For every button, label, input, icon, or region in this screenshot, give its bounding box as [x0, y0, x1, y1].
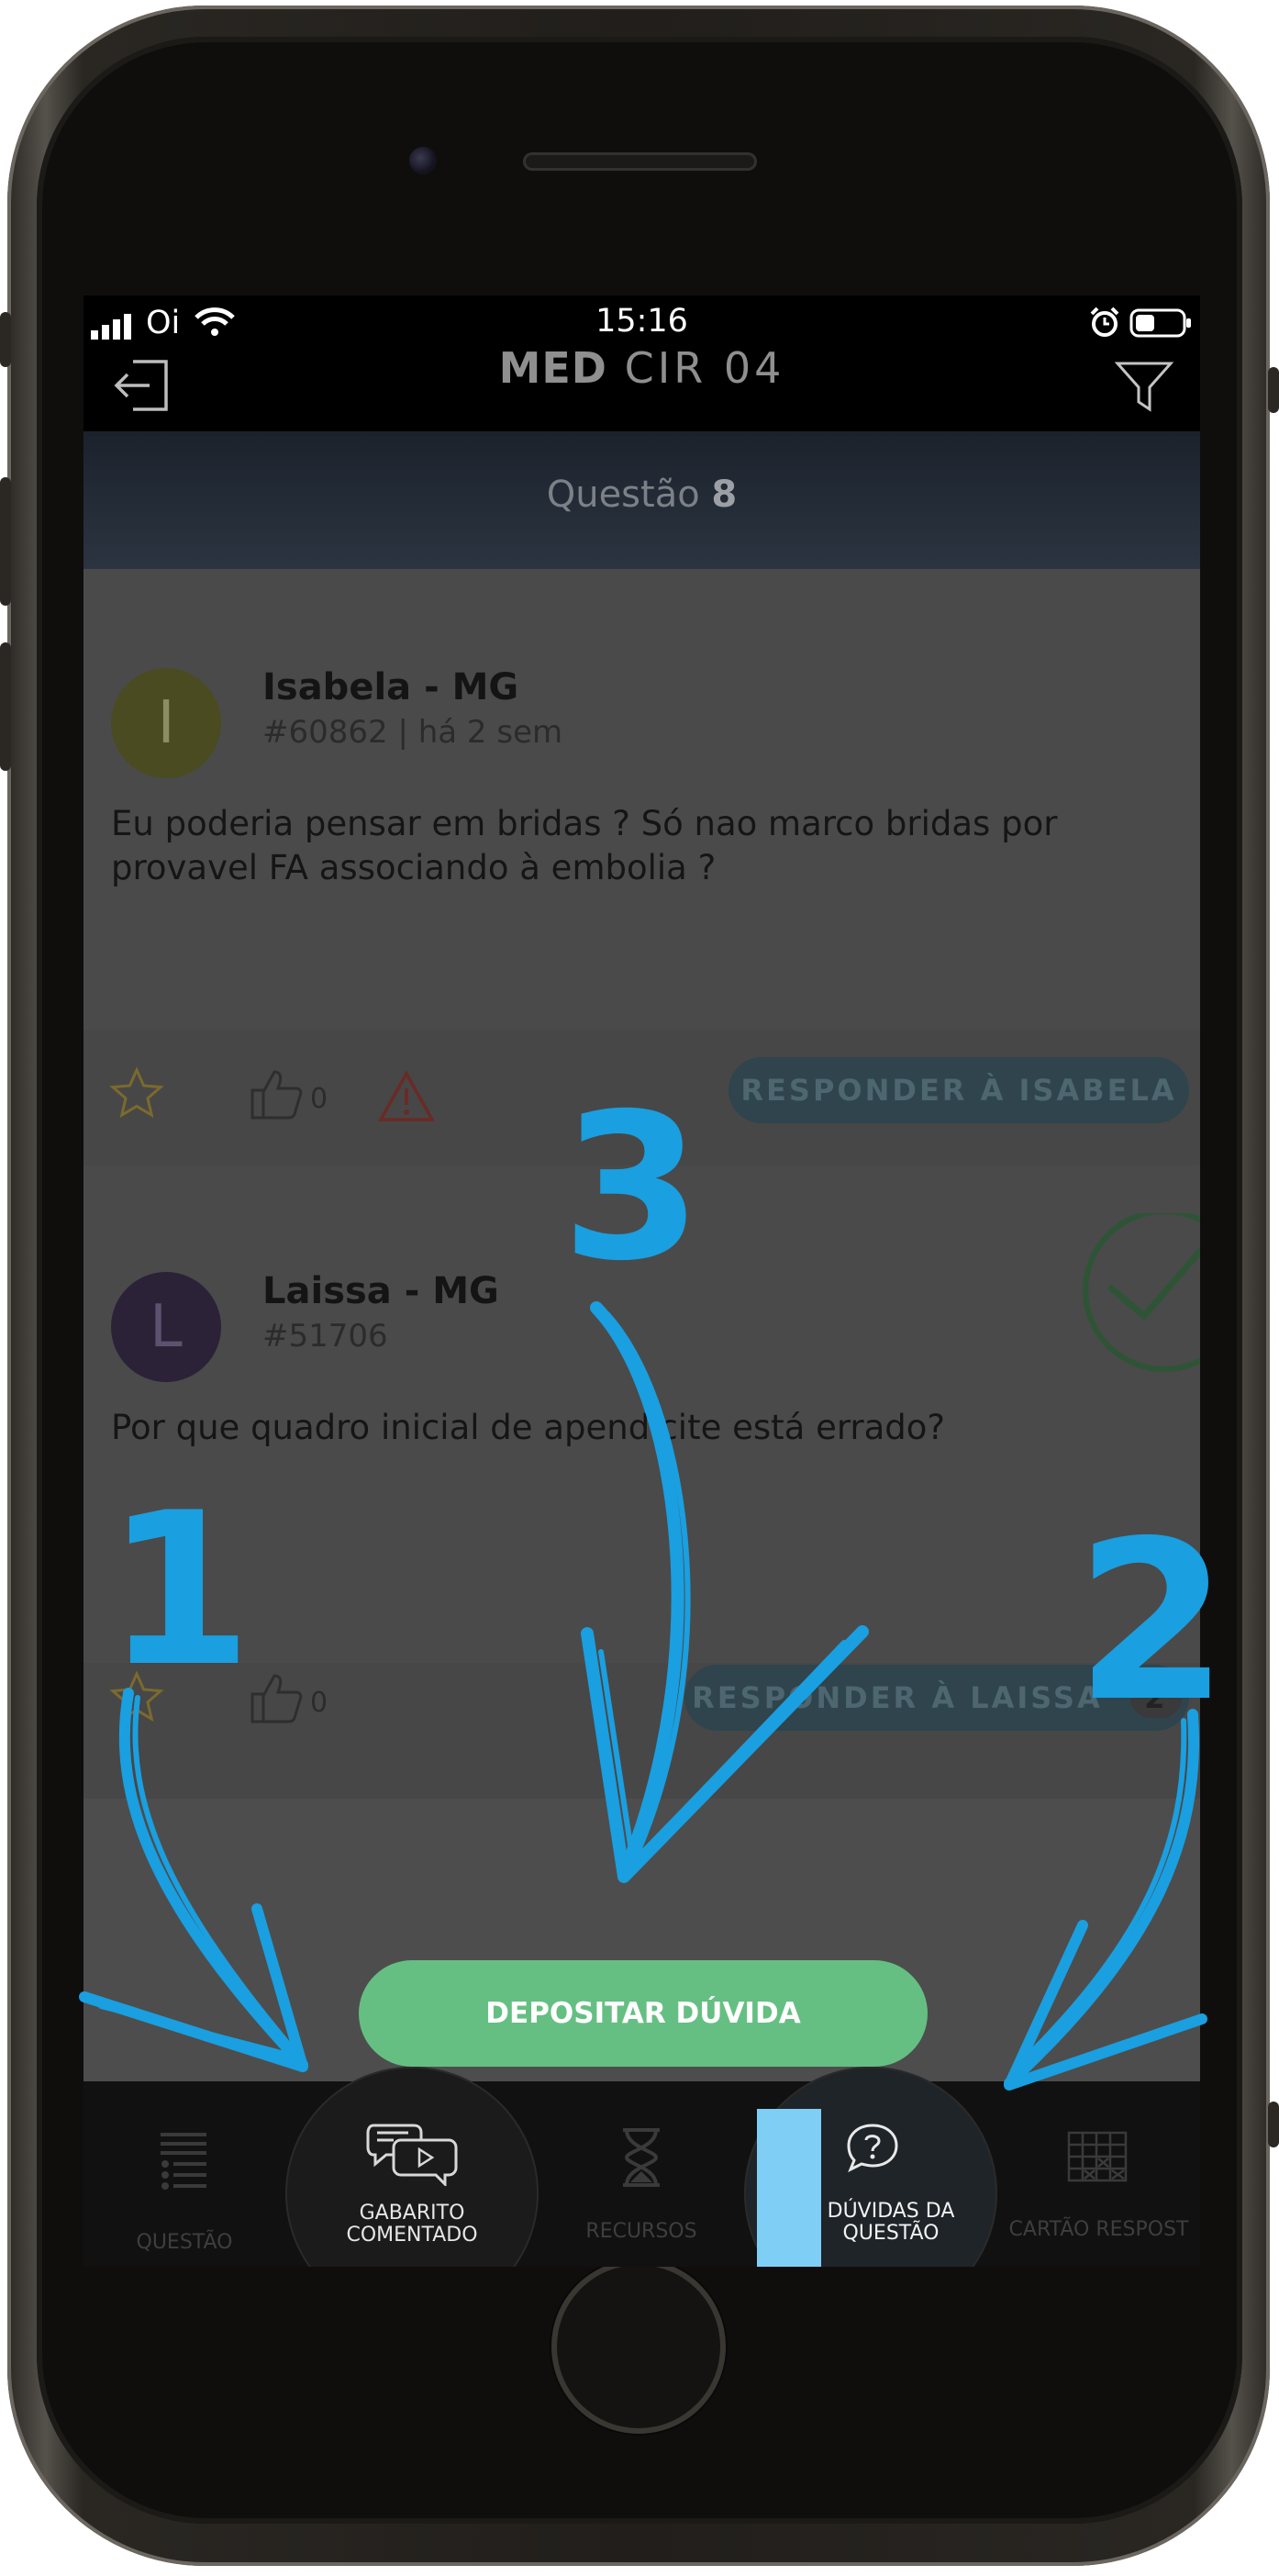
report-warning-icon[interactable]	[377, 1070, 436, 1123]
tab-label: GABARITO COMENTADO	[285, 2202, 539, 2247]
hourglass-icon	[619, 2127, 663, 2188]
battery-icon	[1129, 308, 1194, 338]
question-title: Questão 8	[83, 474, 1200, 516]
like-icon[interactable]	[249, 1066, 304, 1121]
doubt-card-1	[83, 569, 1200, 1321]
tab-label: QUESTÃO	[136, 2231, 233, 2254]
filter-icon[interactable]	[1114, 360, 1174, 415]
earpiece-speaker	[523, 152, 757, 171]
side-button	[1268, 367, 1279, 413]
post-text: Por que quadro inicial de apendicite est…	[111, 1408, 946, 1447]
side-button-lower	[1268, 2102, 1279, 2147]
question-label: Questão	[546, 474, 700, 516]
mute-switch	[0, 312, 11, 367]
post-author: Isabela - MG	[262, 666, 519, 708]
app-title: MED CIR 04	[83, 343, 1200, 393]
favorite-star-icon[interactable]	[109, 1670, 164, 1725]
tab-questao[interactable]: QUESTÃO	[83, 2085, 285, 2267]
favorite-star-icon[interactable]	[109, 1066, 164, 1121]
best-answer-check-icon	[1063, 1209, 1200, 1378]
volume-up-button	[0, 477, 11, 606]
app-screen: Oi 15:16 MED CIR 04 Questão 8 I Isabela …	[83, 296, 1200, 2267]
reply-button[interactable]: RESPONDER À LAISSA 2	[684, 1665, 1189, 1731]
tab-label: DÚVIDAS DA QUESTÃO	[799, 2201, 983, 2245]
tab-label-line1: GABARITO	[359, 2202, 465, 2225]
post-meta: #60862 | há 2 sem	[262, 714, 563, 751]
post-text: Eu poderia pensar em bridas ? Só nao mar…	[111, 804, 1058, 887]
like-count: 0	[310, 1687, 328, 1719]
status-time: 15:16	[595, 303, 688, 340]
reply-count-badge: 2	[1129, 1678, 1182, 1718]
like-icon[interactable]	[249, 1670, 304, 1725]
volume-down-button	[0, 642, 11, 771]
front-camera	[409, 147, 437, 174]
alarm-icon	[1089, 307, 1120, 338]
like-count: 0	[310, 1083, 328, 1115]
deposit-doubt-button[interactable]: DEPOSITAR DÚVIDA	[359, 1960, 928, 2067]
tab-label: RECURSOS	[585, 2220, 697, 2243]
answer-grid-icon	[1067, 2131, 1128, 2182]
reply-button[interactable]: RESPONDER À ISABELA	[728, 1057, 1189, 1123]
list-icon	[161, 2131, 206, 2195]
tab-label-line2: QUESTÃO	[842, 2222, 940, 2245]
tab-label-line2: COMENTADO	[346, 2224, 478, 2247]
app-title-test: CIR 04	[624, 343, 785, 393]
question-banner: Questão 8	[83, 431, 1200, 569]
home-button[interactable]	[551, 2259, 726, 2434]
question-number: 8	[711, 474, 738, 516]
reply-button-label: RESPONDER À LAISSA	[692, 1680, 1103, 1715]
tab-label: CARTÃO RESPOST	[1008, 2218, 1189, 2241]
avatar: L	[111, 1272, 221, 1382]
video-comment-icon	[366, 2120, 458, 2188]
post-author: Laissa - MG	[262, 1270, 499, 1312]
post-meta: #51706	[262, 1318, 388, 1355]
avatar: I	[111, 668, 221, 778]
app-title-brand: MED	[498, 343, 607, 393]
top-bar: Oi 15:16 MED CIR 04	[83, 296, 1200, 431]
tab-label-line1: DÚVIDAS DA	[827, 2200, 955, 2223]
tab-recursos[interactable]: RECURSOS	[539, 2085, 744, 2267]
question-bubble-icon	[845, 2122, 900, 2173]
tab-cartao-resposta[interactable]: CARTÃO RESPOST	[997, 2085, 1200, 2267]
